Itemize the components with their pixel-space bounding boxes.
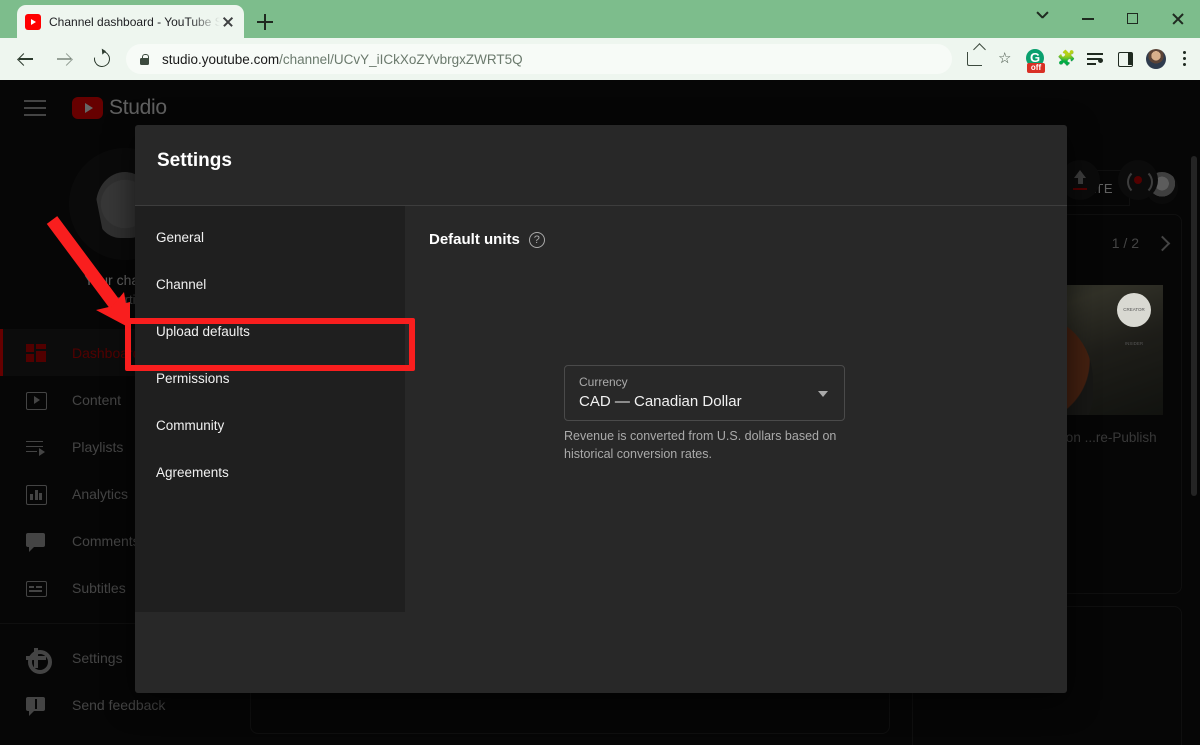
currency-field-label: Currency — [579, 375, 628, 389]
currency-field-value: CAD — Canadian Dollar — [579, 393, 742, 410]
url-text: studio.youtube.com/channel/UCvY_iICkXoZY… — [162, 52, 523, 67]
browser-tab[interactable]: Channel dashboard - YouTube St — [17, 5, 244, 38]
settings-nav-label: Agreements — [156, 465, 229, 480]
browser-titlebar: Channel dashboard - YouTube St — [0, 0, 1200, 38]
bookmark-star-icon[interactable]: ☆ — [990, 44, 1020, 74]
youtube-studio-page: Studio Search across your channel ? CREA… — [0, 80, 1200, 745]
settings-nav-community[interactable]: Community — [135, 402, 405, 449]
currency-help-text: Revenue is converted from U.S. dollars b… — [564, 429, 837, 461]
help-circle-icon[interactable]: ? — [528, 231, 545, 248]
grammarly-extension-icon[interactable]: G — [1020, 44, 1050, 74]
app-root: Channel dashboard - YouTube St studio.yo… — [0, 0, 1200, 745]
youtube-icon — [25, 13, 41, 30]
settings-nav-label: Community — [156, 418, 225, 433]
address-bar[interactable]: studio.youtube.com/channel/UCvY_iICkXoZY… — [126, 44, 952, 74]
extensions-puzzle-icon[interactable]: 🧩 — [1050, 44, 1080, 74]
default-units-heading: Default units ? — [429, 231, 545, 248]
url-domain: studio.youtube.com — [162, 51, 280, 67]
minimize-icon[interactable] — [1065, 0, 1110, 38]
settings-nav-label: Upload defaults — [156, 324, 250, 339]
forward-button[interactable] — [48, 43, 80, 75]
dialog-title: Settings — [157, 150, 232, 171]
tab-title: Channel dashboard - YouTube St — [49, 14, 220, 29]
settings-nav-general[interactable]: General — [135, 214, 405, 261]
window-controls — [1020, 0, 1200, 38]
share-icon[interactable] — [960, 44, 990, 74]
reading-list-icon[interactable] — [1080, 44, 1110, 74]
back-button[interactable] — [10, 43, 42, 75]
new-tab-button[interactable] — [252, 9, 278, 35]
settings-nav-permissions[interactable]: Permissions — [135, 355, 405, 402]
url-path: /channel/UCvY_iICkXoZYvbrgxZWRT5Q — [279, 51, 523, 67]
currency-select[interactable]: Currency CAD — Canadian Dollar — [564, 365, 845, 421]
reload-button[interactable] — [86, 43, 118, 75]
profile-avatar-icon[interactable] — [1140, 44, 1170, 74]
settings-nav-label: General — [156, 230, 205, 245]
settings-nav-upload-defaults[interactable]: Upload defaults — [135, 308, 405, 355]
settings-nav-label: Channel — [156, 277, 207, 292]
settings-dialog: Settings General Channel Upload defaults… — [135, 125, 1067, 693]
settings-nav-agreements[interactable]: Agreements — [135, 449, 405, 496]
window-close-icon[interactable] — [1155, 0, 1200, 38]
settings-nav-channel[interactable]: Channel — [135, 261, 405, 308]
settings-nav-label: Permissions — [156, 371, 230, 386]
chrome-menu-icon[interactable] — [1170, 44, 1200, 74]
lock-icon — [140, 53, 149, 65]
creator-insider-badge: CREATOR INSIDER — [1117, 293, 1151, 346]
default-units-label: Default units — [429, 231, 520, 248]
browser-toolbar: studio.youtube.com/channel/UCvY_iICkXoZY… — [0, 38, 1200, 80]
close-icon[interactable] — [220, 14, 236, 30]
chevron-down-icon[interactable] — [1020, 0, 1065, 38]
side-panel-icon[interactable] — [1110, 44, 1140, 74]
settings-nav: General Channel Upload defaults Permissi… — [135, 206, 405, 612]
maximize-icon[interactable] — [1110, 0, 1155, 38]
chevron-down-icon[interactable] — [818, 391, 828, 397]
